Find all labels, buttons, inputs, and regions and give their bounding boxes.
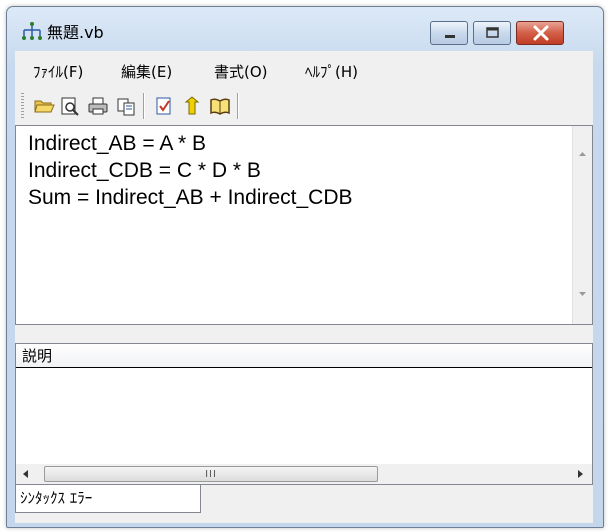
menu-file[interactable]: ﾌｧｲﾙ(F) bbox=[33, 61, 83, 82]
open-button[interactable] bbox=[31, 93, 57, 119]
menu-format[interactable]: 書式(O) bbox=[214, 61, 268, 82]
title-bar[interactable]: 無題.vb bbox=[7, 7, 603, 45]
menu-edit[interactable]: 編集(E) bbox=[121, 61, 172, 82]
app-window: 無題.vb ﾌｧｲﾙ(F) 編集(E) 書式(O) ﾍﾙﾌﾟ(H) Indire… bbox=[6, 6, 604, 528]
check-button[interactable] bbox=[151, 93, 177, 119]
scroll-up-icon[interactable] bbox=[573, 148, 592, 160]
arrow-icon bbox=[184, 96, 200, 115]
client-area: ﾌｧｲﾙ(F) 編集(E) 書式(O) ﾍﾙﾌﾟ(H) Indirect_AB … bbox=[15, 51, 593, 523]
book-icon bbox=[210, 98, 230, 115]
scroll-right-icon[interactable] bbox=[574, 468, 586, 480]
window-title: 無題.vb bbox=[47, 23, 104, 42]
scroll-left-icon[interactable] bbox=[20, 468, 32, 480]
scroll-down-icon[interactable] bbox=[573, 288, 592, 300]
network-tree-icon bbox=[22, 22, 42, 40]
close-button[interactable] bbox=[516, 21, 564, 45]
code-line: Sum = Indirect_AB + Indirect_CDB bbox=[28, 186, 353, 209]
maximize-button[interactable] bbox=[473, 21, 511, 45]
copy-icon bbox=[117, 98, 135, 116]
print-preview-icon bbox=[61, 97, 79, 116]
tab-syntax-error[interactable]: ｼﾝﾀｯｸｽ ｴﾗｰ bbox=[15, 485, 201, 513]
toolbar-grip[interactable] bbox=[21, 93, 24, 119]
code-lines: Indirect_AB = A * B Indirect_CDB = C * D… bbox=[28, 130, 353, 211]
code-editor[interactable]: Indirect_AB = A * B Indirect_CDB = C * D… bbox=[15, 125, 593, 325]
minimize-icon bbox=[445, 35, 455, 38]
scroll-thumb[interactable]: III bbox=[44, 466, 378, 482]
arrow-button[interactable] bbox=[179, 93, 205, 119]
open-folder-icon bbox=[34, 100, 55, 113]
description-panel: 説明 III bbox=[15, 343, 593, 485]
vertical-scrollbar[interactable] bbox=[572, 126, 592, 324]
toolbar bbox=[15, 87, 593, 125]
close-icon bbox=[533, 25, 549, 41]
menu-bar: ﾌｧｲﾙ(F) 編集(E) 書式(O) ﾍﾙﾌﾟ(H) bbox=[15, 51, 593, 87]
toolbar-separator bbox=[237, 93, 238, 119]
check-document-icon bbox=[156, 97, 171, 115]
print-button[interactable] bbox=[85, 93, 111, 119]
code-line: Indirect_AB = A * B bbox=[28, 132, 207, 155]
minimize-button[interactable] bbox=[430, 21, 468, 45]
menu-help[interactable]: ﾍﾙﾌﾟ(H) bbox=[305, 61, 358, 82]
copy-button[interactable] bbox=[113, 93, 139, 119]
maximize-icon bbox=[486, 27, 499, 38]
help-book-button[interactable] bbox=[207, 93, 233, 119]
horizontal-scrollbar[interactable]: III bbox=[16, 464, 592, 484]
print-preview-button[interactable] bbox=[57, 93, 83, 119]
toolbar-separator bbox=[143, 93, 144, 119]
code-line: Indirect_CDB = C * D * B bbox=[28, 159, 261, 182]
print-icon bbox=[88, 97, 108, 115]
description-header[interactable]: 説明 bbox=[16, 344, 592, 368]
